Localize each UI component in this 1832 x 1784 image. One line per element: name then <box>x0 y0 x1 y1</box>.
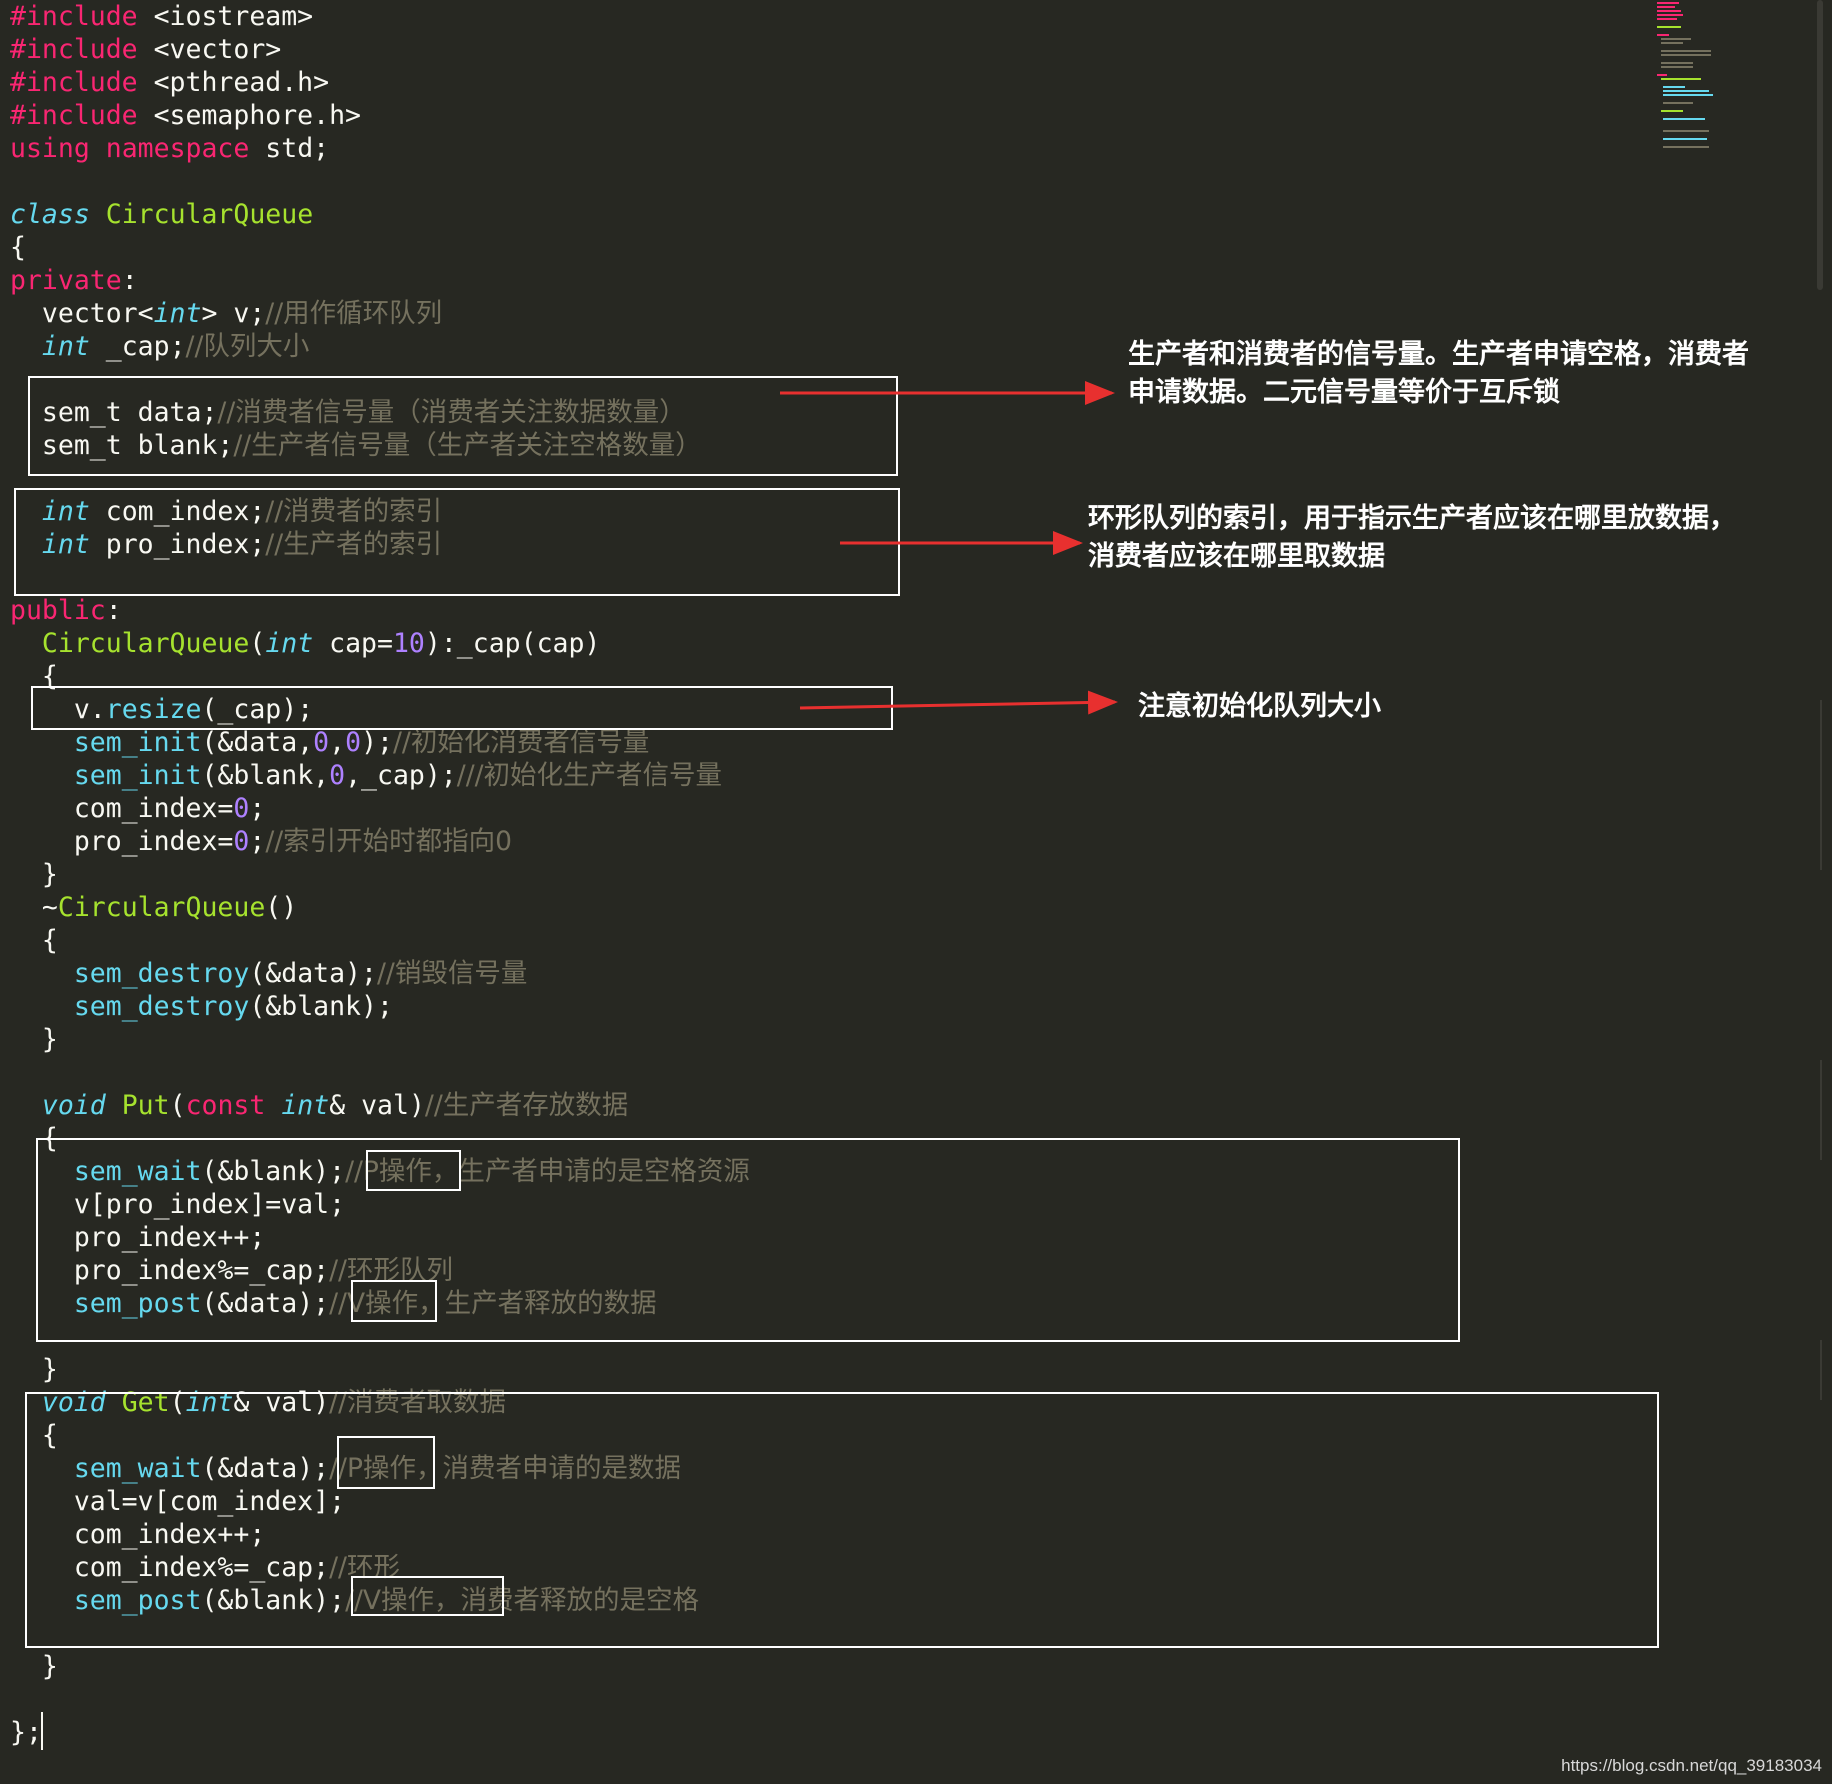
index-note-line1: 环形队列的索引，用于指示生产者应该在哪里放数据， <box>1088 503 1736 534</box>
index-note-line2: 消费者应该在哪里取数据 <box>1088 541 1385 572</box>
resize-note: 注意初始化队列大小 <box>1138 688 1381 726</box>
annotation-arrows <box>780 381 1118 715</box>
text-cursor <box>41 1712 43 1750</box>
resize-note-line1: 注意初始化队列大小 <box>1138 691 1381 722</box>
watermark: https://blog.csdn.net/qq_39183034 <box>1561 1756 1822 1775</box>
semaphore-note-line1: 生产者和消费者的信号量。生产者申请空格，消费者 <box>1128 339 1749 370</box>
index-note: 环形队列的索引，用于指示生产者应该在哪里放数据， 消费者应该在哪里取数据 <box>1088 500 1736 576</box>
vertical-scrollbar[interactable] <box>1815 0 1825 1784</box>
semaphore-note-line2: 申请数据。二元信号量等价于互斥锁 <box>1128 377 1560 408</box>
resize-arrow <box>799 690 1118 715</box>
semaphore-note: 生产者和消费者的信号量。生产者申请空格，消费者 申请数据。二元信号量等价于互斥锁 <box>1128 336 1749 412</box>
minimap[interactable] <box>1655 0 1725 160</box>
scrollbar-thumb[interactable] <box>1817 0 1823 290</box>
